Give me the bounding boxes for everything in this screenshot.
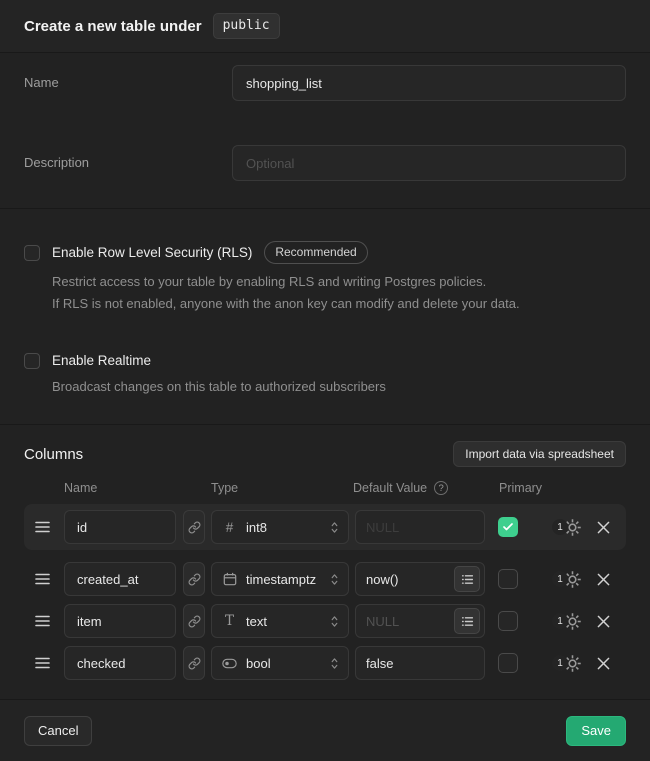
table-name-input[interactable] <box>232 65 626 101</box>
column-settings-button[interactable]: 1 <box>552 612 582 631</box>
columns-section: Columns Import data via spreadsheet Name… <box>0 425 650 700</box>
default-suggestions-button[interactable] <box>454 608 480 634</box>
rls-block: Enable Row Level Security (RLS) Recommen… <box>24 241 626 316</box>
default-value-field <box>355 604 485 638</box>
create-table-dialog: Create a new table under public Name Des… <box>0 0 650 761</box>
text-icon: T <box>222 613 237 629</box>
calendar-icon <box>222 572 237 586</box>
primary-checkbox[interactable] <box>498 569 518 589</box>
cancel-button[interactable]: Cancel <box>24 716 92 746</box>
drag-handle-icon[interactable] <box>24 657 60 669</box>
default-value-input[interactable] <box>356 511 484 543</box>
foreign-key-link-icon[interactable] <box>183 646 205 680</box>
recommended-badge: Recommended <box>264 241 367 264</box>
settings-count-badge: 1 <box>552 571 568 587</box>
header-name: Name <box>64 481 211 495</box>
rls-label: Enable Row Level Security (RLS) <box>52 245 252 260</box>
settings-count-badge: 1 <box>552 519 568 535</box>
column-name-input[interactable] <box>64 604 176 638</box>
import-spreadsheet-button[interactable]: Import data via spreadsheet <box>453 441 626 467</box>
chevrons-up-down-icon <box>329 657 340 670</box>
dialog-title: Create a new table under <box>24 18 202 35</box>
help-icon[interactable]: ? <box>434 481 448 495</box>
primary-checkbox[interactable] <box>498 653 518 673</box>
header-type: Type <box>211 481 353 495</box>
realtime-checkbox[interactable] <box>24 353 40 369</box>
column-row-created-at: timestamptz 1 <box>24 558 626 600</box>
column-settings-button[interactable]: 1 <box>552 518 582 537</box>
name-label: Name <box>24 65 232 90</box>
chevrons-up-down-icon <box>329 521 340 534</box>
remove-column-button[interactable] <box>597 521 610 534</box>
column-settings-button[interactable]: 1 <box>552 654 582 673</box>
realtime-label: Enable Realtime <box>52 353 151 368</box>
save-button[interactable]: Save <box>566 716 626 746</box>
column-name-input[interactable] <box>64 510 176 544</box>
hash-icon: # <box>222 520 237 535</box>
dialog-footer: Cancel Save <box>0 700 650 761</box>
remove-column-button[interactable] <box>597 657 610 670</box>
foreign-key-link-icon[interactable] <box>183 562 205 596</box>
security-section: Enable Row Level Security (RLS) Recommen… <box>0 209 650 425</box>
chevrons-up-down-icon <box>329 573 340 586</box>
remove-column-button[interactable] <box>597 615 610 628</box>
schema-badge: public <box>213 13 280 39</box>
default-value-field <box>355 510 485 544</box>
list-icon <box>461 615 474 628</box>
description-field-row: Description <box>24 145 626 181</box>
column-row-item: T text 1 <box>24 600 626 642</box>
column-type-select[interactable]: timestamptz <box>211 562 349 596</box>
column-name-input[interactable] <box>64 562 176 596</box>
list-icon <box>461 573 474 586</box>
boolean-icon <box>222 658 237 669</box>
close-icon <box>597 573 610 586</box>
header-default: Default Value <box>353 481 427 495</box>
columns-title: Columns <box>24 446 83 463</box>
default-value-field <box>355 562 485 596</box>
drag-handle-icon[interactable] <box>24 521 60 533</box>
close-icon <box>597 521 610 534</box>
remove-column-button[interactable] <box>597 573 610 586</box>
close-icon <box>597 657 610 670</box>
default-value-field <box>355 646 485 680</box>
description-input[interactable] <box>232 145 626 181</box>
primary-checkbox[interactable] <box>498 611 518 631</box>
header-primary: Primary <box>499 481 542 495</box>
column-name-input[interactable] <box>64 646 176 680</box>
primary-checkbox[interactable] <box>498 517 518 537</box>
rls-description: Restrict access to your table by enablin… <box>52 271 626 316</box>
close-icon <box>597 615 610 628</box>
column-type-select[interactable]: bool <box>211 646 349 680</box>
drag-handle-icon[interactable] <box>24 615 60 627</box>
column-settings-button[interactable]: 1 <box>552 570 582 589</box>
realtime-description: Broadcast changes on this table to autho… <box>52 376 626 398</box>
dialog-header: Create a new table under public <box>0 0 650 53</box>
column-row-checked: bool 1 <box>24 642 626 684</box>
column-type-select[interactable]: T text <box>211 604 349 638</box>
default-suggestions-button[interactable] <box>454 566 480 592</box>
columns-table-headers: Name Type Default Value? Primary <box>24 481 626 495</box>
name-field-row: Name <box>24 65 626 101</box>
realtime-block: Enable Realtime Broadcast changes on thi… <box>24 353 626 398</box>
chevrons-up-down-icon <box>329 615 340 628</box>
check-icon <box>502 521 514 533</box>
column-rows: # int8 1 <box>24 504 626 684</box>
settings-count-badge: 1 <box>552 613 568 629</box>
settings-count-badge: 1 <box>552 655 568 671</box>
column-row-id: # int8 1 <box>24 504 626 550</box>
description-label: Description <box>24 145 232 170</box>
foreign-key-link-icon[interactable] <box>183 604 205 638</box>
default-value-input[interactable] <box>356 647 484 679</box>
foreign-key-link-icon[interactable] <box>183 510 205 544</box>
drag-handle-icon[interactable] <box>24 573 60 585</box>
table-info-section: Name Description <box>0 53 650 209</box>
column-type-select[interactable]: # int8 <box>211 510 349 544</box>
rls-checkbox[interactable] <box>24 245 40 261</box>
